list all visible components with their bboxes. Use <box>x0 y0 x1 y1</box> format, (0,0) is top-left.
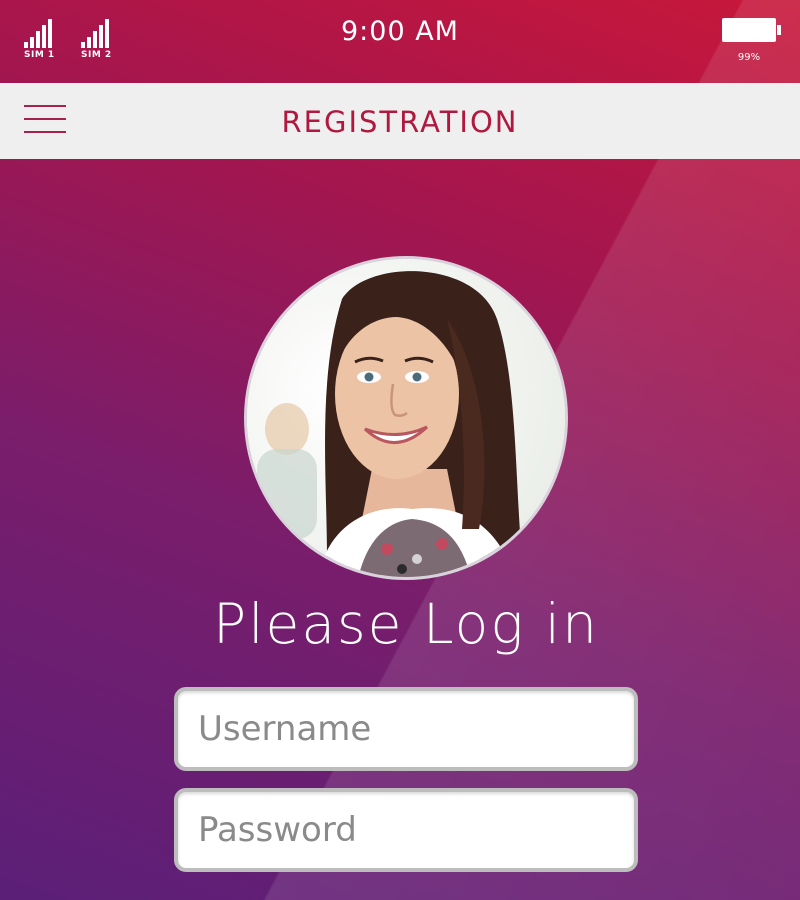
username-input[interactable] <box>174 687 638 771</box>
status-time: 9:00 AM <box>341 16 459 47</box>
page-title: REGISTRATION <box>281 105 519 139</box>
status-bar: SIM 1 SIM 2 9:00 AM 99% <box>0 0 800 83</box>
battery-icon <box>722 18 781 42</box>
sim2-label: SIM 2 <box>81 50 112 60</box>
sim1-label: SIM 1 <box>24 50 55 60</box>
login-heading: Please Log in <box>213 592 599 656</box>
battery-indicator: 99% <box>722 18 781 63</box>
profile-avatar <box>244 256 568 580</box>
password-input[interactable] <box>174 788 638 872</box>
battery-percent: 99% <box>737 52 761 63</box>
app-header: REGISTRATION <box>0 83 800 159</box>
